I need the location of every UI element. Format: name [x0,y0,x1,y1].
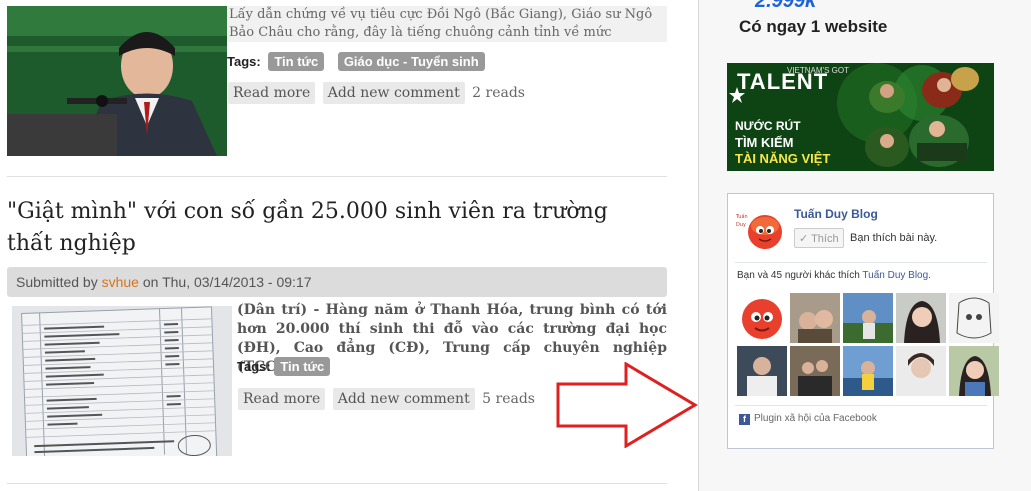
like-status-text: Bạn thích bài này. [850,232,938,244]
tag-tin-tuc[interactable]: Tin tức [268,52,325,71]
post1-thumbnail[interactable] [7,6,227,156]
add-comment-link[interactable]: Add new comment [322,82,465,104]
like-count-text: Bạn và 45 người khác thích Tuấn Duy Blog… [737,270,931,281]
add-comment-link[interactable]: Add new comment [332,388,475,410]
like-button[interactable]: ✓ Thích [794,228,844,248]
post2-tags: Tags: Tin tức [237,357,331,376]
fan-avatar[interactable] [896,346,946,396]
page-avatar[interactable]: Tuấn Duy [735,206,787,254]
divider [735,262,987,263]
post1-tags: Tags: Tin tức Giáo dục - Tuyển sinh [227,52,485,71]
facebook-like-box: Tuấn Duy Tuấn Duy Blog ✓ Thích Bạn thích… [727,193,999,449]
like-count-prefix: Bạn và 45 người khác thích [737,270,860,281]
talent-line2: TÌM KIẾM [735,135,794,150]
read-count: 2 reads [472,85,525,101]
page-name-link[interactable]: Tuấn Duy Blog [794,207,878,221]
talent-line3: TÀI NĂNG VIỆT [735,151,831,166]
fan-avatar[interactable] [949,346,999,396]
svg-text:Tuấn: Tuấn [735,213,748,220]
author-link[interactable]: svhue [102,274,139,290]
read-count: 5 reads [482,391,535,407]
fan-avatar[interactable] [843,293,893,343]
read-more-link[interactable]: Read more [238,388,326,410]
like-count-page-link[interactable]: Tuấn Duy Blog. [862,270,931,281]
arrow-right-icon [556,361,698,449]
submitted-date: on Thu, 03/14/2013 - 09:17 [142,274,312,290]
post2-links: Read more Add new comment 5 reads [238,388,535,410]
tags-label: Tags: [237,359,271,374]
tag-giao-duc-tuyen-sinh[interactable]: Giáo dục - Tuyển sinh [337,52,485,71]
fan-avatar[interactable] [790,293,840,343]
facebook-icon: f [739,414,750,425]
fan-avatar[interactable] [737,346,787,396]
post2-thumbnail[interactable] [12,306,232,456]
post1-links: Read more Add new comment 2 reads [228,82,525,104]
fan-avatar[interactable] [843,346,893,396]
submitted-prefix: Submitted by [16,274,98,290]
read-more-link[interactable]: Read more [228,82,316,104]
facebook-plugin-label: Plugin xã hội của Facebook [754,413,877,424]
tags-label: Tags: [227,54,261,69]
post-separator [7,176,667,177]
thumbs-up-icon: ✓ [799,233,809,245]
facebook-plugin-footer[interactable]: f Plugin xã hội của Facebook [739,413,877,425]
like-button-label: Thích [811,233,839,245]
fan-avatar[interactable] [949,293,999,343]
divider [735,405,987,406]
fan-avatar[interactable] [896,293,946,343]
post2-submitted: Submitted by svhue on Thu, 03/14/2013 - … [7,267,667,297]
post1-teaser: Lấy dẫn chứng về vụ tiêu cực Đồi Ngô (Bắ… [227,6,667,42]
svg-text:Duy: Duy [736,222,746,228]
talent-line1: NƯỚC RÚT [735,119,801,133]
post-separator [7,483,667,484]
promo-price: 2.999k [755,0,817,12]
fan-avatar[interactable] [790,346,840,396]
talent-badge: TALENT [737,69,829,94]
promo-subtitle: Có ngay 1 website [739,17,888,36]
talent-banner[interactable]: VIETNAM'S GOT TALENT NƯỚC RÚT TÌM KIẾM T… [727,63,994,171]
website-promo-banner[interactable]: 2.999k Có ngay 1 website [735,0,985,40]
post2-title[interactable]: "Giật mình" với con số gần 25.000 sinh v… [7,196,647,260]
fan-avatar[interactable] [737,293,787,343]
tag-tin-tuc[interactable]: Tin tức [274,357,331,376]
